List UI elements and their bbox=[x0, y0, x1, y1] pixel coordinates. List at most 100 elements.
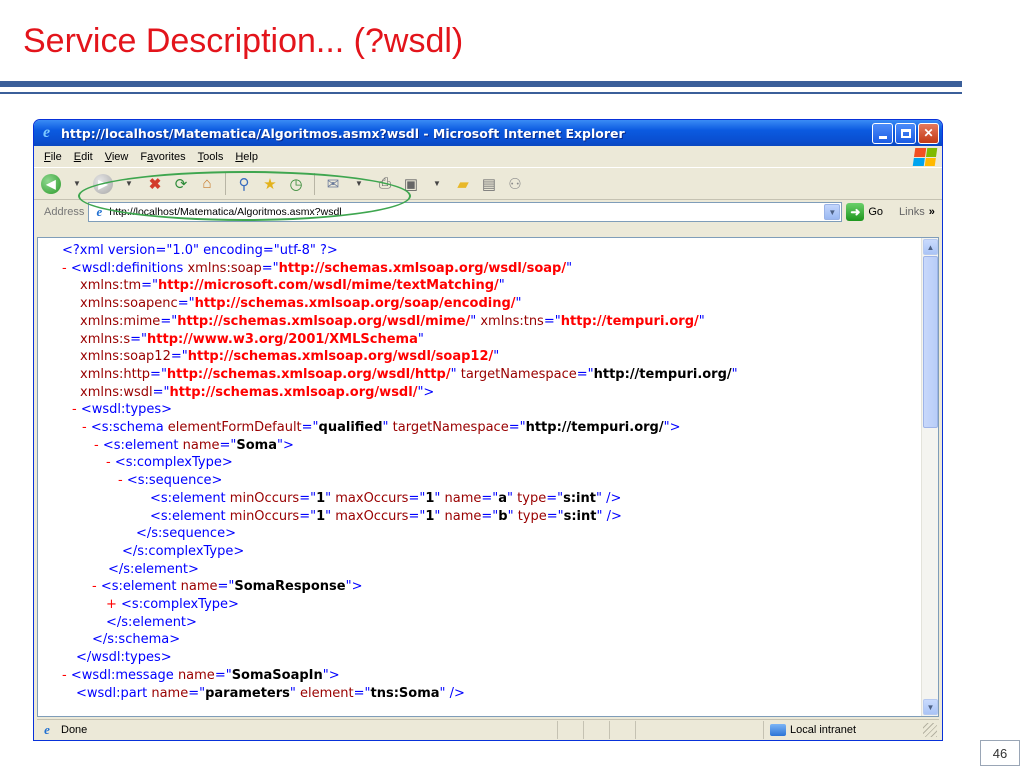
xml-attribute-name: minOccurs bbox=[229, 508, 300, 524]
minimize-button[interactable] bbox=[872, 122, 893, 144]
xml-attribute-name: xmlns:http bbox=[80, 366, 151, 382]
mail-icon: ✉ bbox=[326, 175, 340, 193]
xml-line: - <s:complexType> bbox=[46, 454, 926, 472]
xml-attribute-value: a bbox=[498, 490, 508, 506]
home-button[interactable]: ⌂ bbox=[196, 172, 218, 196]
scroll-thumb[interactable] bbox=[923, 256, 938, 428]
close-button[interactable]: ✕ bbox=[918, 122, 939, 144]
xml-tag-text: " /> bbox=[595, 490, 622, 506]
xml-attribute-name: name bbox=[180, 579, 218, 595]
history-button[interactable]: ◷ bbox=[285, 172, 307, 196]
xml-attribute-value: 1 bbox=[316, 508, 326, 524]
xml-attribute-value: Soma bbox=[236, 437, 277, 453]
search-button[interactable]: ⚲ bbox=[233, 172, 255, 196]
edit-dropdown[interactable]: ▼ bbox=[426, 172, 448, 196]
xml-tag-text: =" bbox=[160, 313, 178, 329]
print-icon: ⎙ bbox=[378, 175, 391, 192]
scroll-up-button[interactable]: ▲ bbox=[923, 239, 938, 255]
address-label: Address bbox=[44, 206, 85, 218]
menu-item[interactable]: Favorites bbox=[134, 151, 191, 163]
home-icon: ⌂ bbox=[202, 175, 212, 192]
xml-collapse-toggle[interactable]: - bbox=[82, 420, 91, 435]
links-label[interactable]: Links bbox=[899, 206, 925, 218]
menu-item[interactable]: File bbox=[38, 151, 68, 163]
xml-tag-text: <s:complexType> bbox=[121, 597, 239, 613]
print-button[interactable]: ⎙ bbox=[374, 172, 396, 196]
xml-attribute-name: name bbox=[177, 667, 215, 683]
back-dropdown[interactable]: ▼ bbox=[66, 172, 88, 196]
menu-accelerator: F bbox=[44, 150, 51, 163]
mail-button[interactable]: ✉ bbox=[322, 172, 344, 196]
xml-tag-text: =" bbox=[219, 437, 237, 453]
xml-collapse-toggle[interactable]: - bbox=[92, 579, 101, 594]
xml-tag-text: =" bbox=[217, 579, 235, 595]
xml-tag-text: =" bbox=[150, 366, 167, 382]
refresh-button[interactable]: ⟳ bbox=[170, 172, 192, 196]
xml-collapse-toggle[interactable]: + bbox=[106, 597, 121, 612]
address-dropdown-button[interactable]: ▼ bbox=[824, 204, 841, 220]
xml-line: - <s:element name="Soma"> bbox=[46, 437, 926, 455]
xml-collapse-toggle[interactable]: - bbox=[72, 402, 81, 417]
status-cell bbox=[583, 720, 609, 739]
xml-tag-text: =" bbox=[188, 685, 206, 701]
xml-tag-text: " bbox=[325, 490, 336, 506]
xml-tag-text: =" bbox=[299, 490, 317, 506]
xml-attribute-name: name bbox=[151, 685, 189, 701]
xml-tag-text: =" bbox=[301, 420, 319, 436]
mail-dropdown[interactable]: ▼ bbox=[348, 172, 370, 196]
maximize-button[interactable] bbox=[895, 122, 916, 144]
scroll-down-button[interactable]: ▼ bbox=[923, 699, 938, 715]
xml-line: </s:element> bbox=[46, 561, 926, 579]
xml-tag-text: <wsdl:message bbox=[70, 667, 178, 683]
forward-arrow-icon: ▶ bbox=[93, 173, 113, 194]
xml-tag-text: " bbox=[417, 331, 424, 347]
xml-collapse-toggle[interactable]: - bbox=[62, 668, 71, 683]
xml-line: </wsdl:types> bbox=[46, 649, 926, 667]
address-url: http://localhost/Matematica/Algoritmos.a… bbox=[109, 206, 342, 218]
menu-item[interactable]: View bbox=[99, 151, 135, 163]
page-done-icon: e bbox=[44, 721, 50, 737]
history-icon: ◷ bbox=[289, 175, 303, 193]
go-button[interactable]: ➜ Go bbox=[846, 203, 883, 221]
stop-button[interactable]: ✖ bbox=[144, 172, 166, 196]
menu-item[interactable]: Edit bbox=[68, 151, 99, 163]
xml-collapse-toggle[interactable]: - bbox=[118, 473, 127, 488]
xml-collapse-toggle[interactable]: - bbox=[62, 261, 71, 276]
title-rule-thin bbox=[0, 92, 962, 94]
forward-button[interactable]: ▶ bbox=[92, 172, 114, 196]
xml-line: </s:schema> bbox=[46, 631, 926, 649]
xml-attribute-value: http://tempuri.org/ bbox=[593, 366, 732, 382]
page-icon: e bbox=[96, 204, 103, 219]
xml-collapse-toggle[interactable]: - bbox=[106, 455, 115, 470]
xml-tag-text: "> bbox=[663, 420, 681, 436]
xml-tag-text: " bbox=[470, 313, 481, 329]
xml-tag-text: =" bbox=[170, 349, 188, 365]
menu-item[interactable]: Help bbox=[229, 151, 264, 163]
toolbar: ◀ ▼ ▶ ▼ ✖ ⟳ ⌂ ⚲ ★ ◷ ✉ ▼ ⎙ ▣ ▼ ▰ ▤ ⚇ bbox=[34, 168, 942, 200]
xml-tag-text: " bbox=[566, 260, 573, 276]
edit-button[interactable]: ▣ bbox=[400, 172, 422, 196]
discuss-button[interactable]: ▰ bbox=[452, 172, 474, 196]
maximize-icon bbox=[900, 128, 911, 138]
menu-item[interactable]: Tools bbox=[192, 151, 230, 163]
address-input[interactable]: e http://localhost/Matematica/Algoritmos… bbox=[88, 202, 843, 222]
resize-grip[interactable] bbox=[923, 722, 937, 737]
xml-line: - <s:schema elementFormDefault="qualifie… bbox=[46, 419, 926, 437]
xml-attribute-value: qualified bbox=[318, 420, 383, 436]
xml-collapse-toggle[interactable]: - bbox=[94, 438, 103, 453]
title-bar[interactable]: e http://localhost/Matematica/Algoritmos… bbox=[34, 120, 942, 146]
messenger-button[interactable]: ⚇ bbox=[504, 172, 526, 196]
forward-dropdown[interactable]: ▼ bbox=[118, 172, 140, 196]
vertical-scrollbar[interactable]: ▲ ▼ bbox=[921, 238, 938, 716]
links-chevron-icon[interactable]: » bbox=[929, 206, 935, 218]
toolbar-separator bbox=[314, 172, 315, 195]
favorites-button[interactable]: ★ bbox=[259, 172, 281, 196]
xml-tag-text: =" bbox=[299, 508, 317, 524]
security-zone[interactable]: Local intranet bbox=[763, 720, 913, 739]
menu-item-label: ile bbox=[50, 150, 62, 163]
back-button[interactable]: ◀ bbox=[40, 172, 62, 196]
menu-item-label: iew bbox=[111, 150, 129, 163]
intranet-icon bbox=[770, 723, 786, 736]
research-button[interactable]: ▤ bbox=[478, 172, 500, 196]
xml-line: xmlns:http="http://schemas.xmlsoap.org/w… bbox=[46, 366, 926, 384]
